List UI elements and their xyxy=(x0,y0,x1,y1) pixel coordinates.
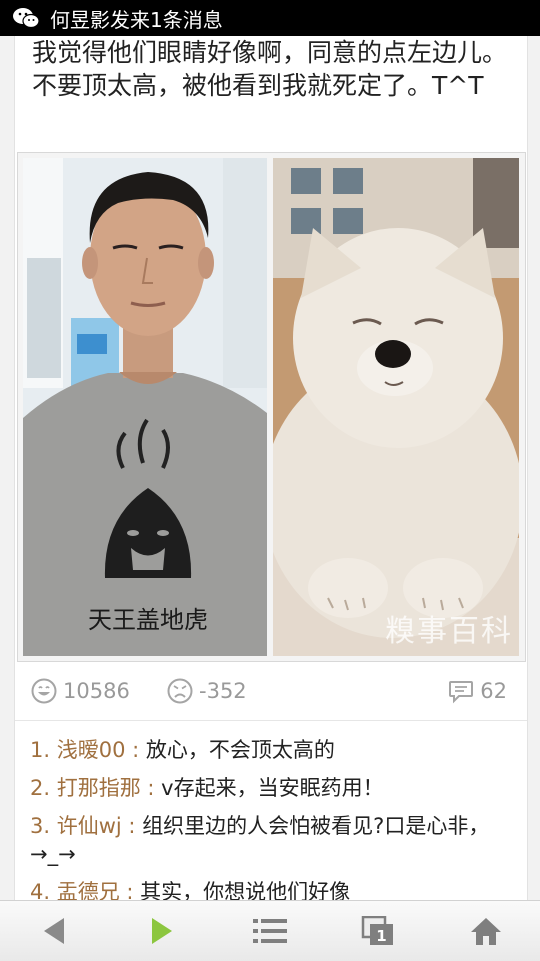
comments-button[interactable]: 62 xyxy=(448,670,507,712)
comment-username[interactable]: 浅暧00 xyxy=(57,738,126,762)
stats-row: 10586 -352 62 xyxy=(15,670,527,712)
tab-count: 1 xyxy=(376,927,386,945)
comment-item[interactable]: 1. 浅暧00 : 放心，不会顶太高的 xyxy=(30,736,516,764)
comment-list: 1. 浅暧00 : 放心，不会顶太高的 2. 打那指那 : v存起来，当安眠药用… xyxy=(30,736,516,900)
status-bar: 何昱影发来1条消息 xyxy=(0,0,540,36)
comment-item[interactable]: 4. 盂德兄 : 其实，你想说他们好像 xyxy=(30,878,516,900)
downvote-count: -352 xyxy=(199,679,247,703)
post-image[interactable]: 天王盖地虎 糗事百科 xyxy=(17,152,526,662)
upvote-count: 10586 xyxy=(63,679,130,703)
comment-index: 2. xyxy=(30,776,51,800)
shirt-text: 天王盖地虎 xyxy=(88,606,208,634)
divider xyxy=(15,720,527,721)
comment-text: 放心，不会顶太高的 xyxy=(145,738,335,762)
bottom-nav-bar: 1 xyxy=(0,900,540,961)
comment-item[interactable]: 3. 许仙wj : 组织里边的人会怕被看见?口是心非，→_→ xyxy=(30,812,516,868)
comment-count: 62 xyxy=(480,679,507,703)
back-arrow-icon xyxy=(44,918,64,944)
comment-separator: : xyxy=(140,776,162,800)
menu-button[interactable] xyxy=(216,901,324,961)
home-icon xyxy=(471,918,501,945)
forward-button[interactable] xyxy=(108,901,216,961)
menu-list-icon xyxy=(253,919,287,943)
post-card: 我觉得他们眼睛好像啊，同意的点左边儿。不要顶太高，被他看到我就死定了。T^T 天… xyxy=(14,36,528,900)
post-text: 我觉得他们眼睛好像啊，同意的点左边儿。不要顶太高，被他看到我就死定了。T^T xyxy=(32,38,508,100)
forward-arrow-icon xyxy=(152,918,172,944)
smile-face-icon xyxy=(31,678,57,704)
frown-face-icon xyxy=(167,678,193,704)
comment-index: 1. xyxy=(30,738,51,762)
comment-separator: : xyxy=(125,738,146,762)
comment-item[interactable]: 2. 打那指那 : v存起来，当安眠药用！ xyxy=(30,774,516,802)
wechat-icon xyxy=(13,8,40,29)
comment-username[interactable]: 打那指那 xyxy=(57,776,141,800)
comment-index: 4. xyxy=(30,880,51,900)
comment-text: v存起来，当安眠药用！ xyxy=(161,776,384,800)
back-button[interactable] xyxy=(0,901,108,961)
watermark-text: 糗事百科 xyxy=(385,614,513,649)
comment-text: 其实，你想说他们好像 xyxy=(140,880,351,900)
comment-username[interactable]: 盂德兄 xyxy=(57,880,120,900)
comment-separator: : xyxy=(121,814,143,838)
comment-index: 3. xyxy=(30,814,51,838)
tabs-button[interactable]: 1 xyxy=(324,901,432,961)
home-button[interactable] xyxy=(432,901,540,961)
notification-text[interactable]: 何昱影发来1条消息 xyxy=(50,4,223,33)
tabs-icon: 1 xyxy=(361,916,393,945)
upvote-button[interactable]: 10586 xyxy=(31,670,130,712)
speech-bubble-icon xyxy=(449,681,474,704)
image-right-puppy: 糗事百科 xyxy=(273,158,519,656)
downvote-button[interactable]: -352 xyxy=(167,670,247,712)
comment-separator: : xyxy=(119,880,141,900)
image-left-man: 天王盖地虎 xyxy=(23,158,267,656)
comment-username[interactable]: 许仙wj xyxy=(57,814,122,838)
